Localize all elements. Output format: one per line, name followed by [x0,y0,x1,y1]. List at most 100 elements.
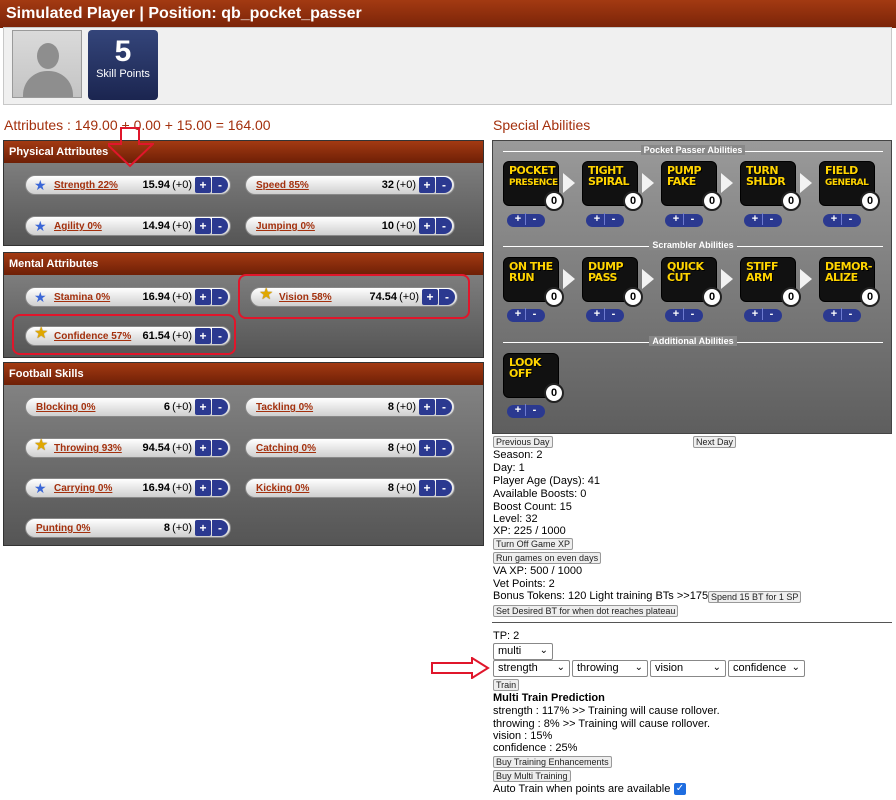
jumping-link[interactable]: Jumping 0% [256,221,315,232]
train-mode-select[interactable]: multi ⌄ [493,643,553,660]
throwing-link[interactable]: Throwing 93% [54,443,122,454]
catching-link[interactable]: Catching 0% [256,443,316,454]
ability-level: 0 [544,287,564,307]
previous-day-button[interactable]: Previous Day [493,436,553,448]
punting-minus-button[interactable]: - [212,520,228,536]
ability-level: 0 [860,287,880,307]
ability-minus-button[interactable]: - [841,213,859,225]
catching-plus-button[interactable]: + [419,440,435,456]
throwing-value: 94.54 [142,442,170,454]
agility-minus-button[interactable]: - [212,218,228,234]
ability-line2: RUN [509,271,535,284]
train-select-2[interactable]: throwing ⌄ [572,660,648,677]
jumping-minus-button[interactable]: - [436,218,452,234]
confidence-highlight-box [12,314,236,355]
tackling-link[interactable]: Tackling 0% [256,402,313,413]
strength-minus-button[interactable]: - [212,177,228,193]
ability-turn-shldr[interactable]: TURN SHLDR 0 [740,161,801,211]
jumping-value: 10 [381,220,394,232]
ability-demoralize[interactable]: DEMOR- ALIZE 0 [819,257,880,307]
agility-link[interactable]: Agility 0% [54,221,102,232]
next-day-button[interactable]: Next Day [693,436,737,448]
speed-plus-button[interactable]: + [419,177,435,193]
ability-look-off[interactable]: LOOK OFF 0 [503,353,564,403]
arrow-right-icon [642,269,654,289]
ability-minus-button[interactable]: - [762,308,780,320]
carrying-plus-button[interactable]: + [195,480,211,496]
stamina-minus-button[interactable]: - [212,289,228,305]
speed-bonus: (+0) [396,179,416,191]
stamina-attribute: ★ Stamina 0% 16.94 (+0) + - [25,287,231,307]
train-select-2-value: throwing [577,662,619,674]
blocking-plus-button[interactable]: + [195,399,211,415]
season-text: Season: 2 [493,449,543,461]
blocking-minus-button[interactable]: - [212,399,228,415]
run-games-even-days-button[interactable]: Run games on even days [493,552,602,564]
spend-bt-button[interactable]: Spend 15 BT for 1 SP [708,591,802,603]
speed-minus-button[interactable]: - [436,177,452,193]
ability-on-the-run[interactable]: ON THE RUN 0 [503,257,564,307]
stamina-value: 16.94 [142,291,170,303]
avatar-body-icon [23,71,73,97]
ability-minus-button[interactable]: - [683,213,701,225]
ability-field-general[interactable]: FIELD GENERAL 0 [819,161,880,211]
checkbox-checked-icon[interactable]: ✓ [674,783,686,795]
physical-attributes-title: Physical Attributes [4,141,483,163]
kicking-plus-button[interactable]: + [419,480,435,496]
catching-minus-button[interactable]: - [436,440,452,456]
ability-pump-fake[interactable]: PUMP FAKE 0 [661,161,722,211]
ability-minus-button[interactable]: - [525,404,543,416]
turn-off-game-xp-button[interactable]: Turn Off Game XP [493,538,574,550]
tackling-minus-button[interactable]: - [436,399,452,415]
page-title: Simulated Player | Position: qb_pocket_p… [6,5,362,22]
page-title-bar: Simulated Player | Position: qb_pocket_p… [0,0,896,28]
ability-stiff-arm[interactable]: STIFF ARM 0 [740,257,801,307]
stamina-link[interactable]: Stamina 0% [54,292,110,303]
carrying-minus-button[interactable]: - [212,480,228,496]
train-select-4[interactable]: confidence ⌄ [728,660,805,677]
auto-train-label: Auto Train when points are available : [493,783,677,795]
ability-tight-spiral[interactable]: TIGHT SPIRAL 0 [582,161,643,211]
carrying-link[interactable]: Carrying 0% [54,483,112,494]
jumping-plus-button[interactable]: + [419,218,435,234]
ability-minus-button[interactable]: - [525,213,543,225]
ability-minus-button[interactable]: - [762,213,780,225]
ability-turn-shldr-buttons: + - [744,213,782,227]
ability-quick-cut[interactable]: QUICK CUT 0 [661,257,722,307]
ability-line2: ARM [746,271,773,284]
strength-plus-button[interactable]: + [195,177,211,193]
train-button[interactable]: Train [493,679,520,691]
throwing-plus-button[interactable]: + [195,440,211,456]
throwing-minus-button[interactable]: - [212,440,228,456]
ability-minus-button[interactable]: - [525,308,543,320]
catching-attribute: Catching 0% 8 (+0) + - [245,438,455,458]
ability-line1: POCKET [509,164,556,177]
blocking-link[interactable]: Blocking 0% [36,402,95,413]
train-select-1[interactable]: strength ⌄ [493,660,570,677]
throwing-attribute: ★ Throwing 93% 94.54 (+0) + - [25,438,231,458]
ability-minus-button[interactable]: - [604,213,622,225]
kicking-link[interactable]: Kicking 0% [256,483,309,494]
buy-training-enhancements-button[interactable]: Buy Training Enhancements [493,756,612,768]
train-select-3[interactable]: vision ⌄ [650,660,726,677]
arrow-right-icon [721,173,733,193]
ability-on-the-run-buttons: + - [507,308,545,322]
ability-minus-button[interactable]: - [841,308,859,320]
ability-line2: SPIRAL [588,175,630,188]
tackling-plus-button[interactable]: + [419,399,435,415]
ability-dump-pass[interactable]: DUMP PASS 0 [582,257,643,307]
punting-plus-button[interactable]: + [195,520,211,536]
ability-minus-button[interactable]: - [683,308,701,320]
ability-minus-button[interactable]: - [604,308,622,320]
ability-level: 0 [781,287,801,307]
strength-link[interactable]: Strength 22% [54,180,118,191]
buy-multi-training-button[interactable]: Buy Multi Training [493,770,571,782]
agility-plus-button[interactable]: + [195,218,211,234]
ability-pocket-presence-buttons: + - [507,213,545,227]
punting-link[interactable]: Punting 0% [36,523,90,534]
set-desired-bt-button[interactable]: Set Desired BT for when dot reaches plat… [493,605,679,617]
ability-pocket-presence[interactable]: POCKET PRESENCE 0 [503,161,564,211]
speed-link[interactable]: Speed 85% [256,180,309,191]
stamina-plus-button[interactable]: + [195,289,211,305]
kicking-minus-button[interactable]: - [436,480,452,496]
